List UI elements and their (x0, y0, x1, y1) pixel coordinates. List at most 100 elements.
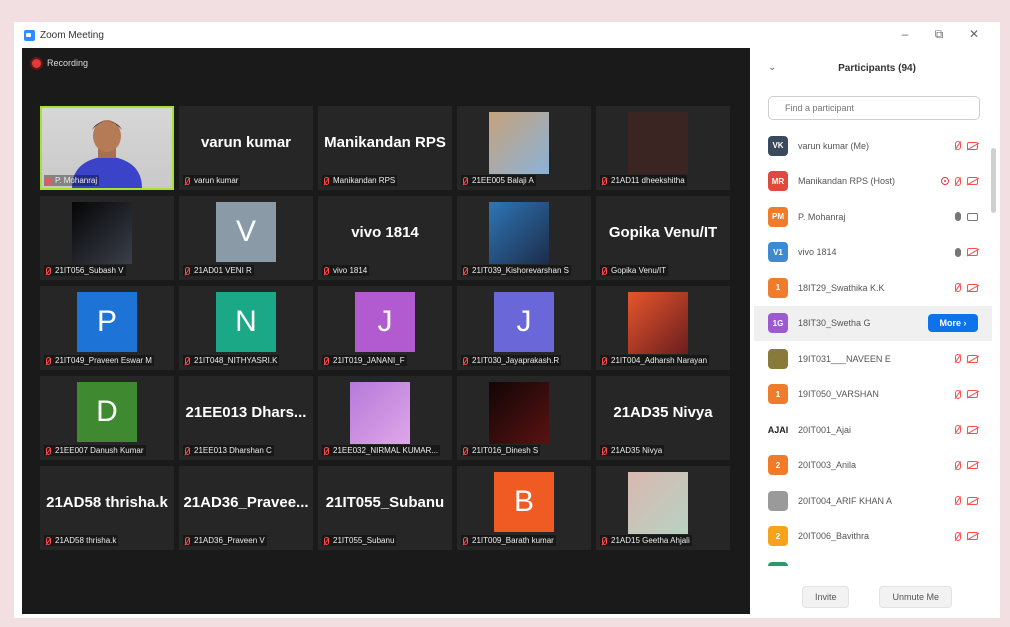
more-button[interactable]: More › (928, 314, 978, 332)
participant-row[interactable]: 19IT031___NAVEEN E (754, 341, 992, 376)
mic-icon (955, 247, 961, 257)
video-tile[interactable]: N 21IT048_NITHYASRI.K (179, 286, 313, 370)
tile-name-label: 21AD36_Praveen V (183, 535, 267, 546)
video-tile[interactable]: 21EE032_NIRMAL KUMAR... (318, 376, 452, 460)
tile-name-label: 21IT030_Jayaprakash.R (461, 355, 562, 366)
find-participant-input[interactable] (768, 96, 980, 120)
participant-row[interactable] (754, 554, 992, 566)
video-tile[interactable]: 21AD58 thrisha.k 21AD58 thrisha.k (40, 466, 174, 550)
participant-row[interactable]: MR Manikandan RPS (Host) (754, 164, 992, 199)
video-tile[interactable]: 21AD35 Nivya 21AD35 Nivya (596, 376, 730, 460)
participant-grid: P. Mohanraj varun kumar varun kumar Manikan… (40, 106, 730, 550)
mic-muted-icon (955, 425, 961, 434)
participant-name: 20IT001_Ajai (798, 424, 852, 435)
video-tile[interactable]: 21AD15 Geetha Ahjali (596, 466, 730, 550)
mic-muted-icon (324, 536, 329, 545)
mic-muted-icon (955, 389, 961, 399)
video-tile[interactable]: 21IT016_Dinesh S (457, 376, 591, 460)
participant-status-icons (955, 531, 978, 541)
video-tile[interactable]: 21EE013 Dhars... 21EE013 Dharshan C (179, 376, 313, 460)
participant-display-name: varun kumar (200, 134, 292, 151)
video-tile[interactable]: P. Mohanraj (40, 106, 174, 190)
tile-name-label: 21EE005 Balaji A (461, 175, 536, 186)
mic-muted-icon (602, 446, 607, 455)
mic-muted-icon (955, 283, 961, 292)
participant-row[interactable]: 2 20IT003_Anila (754, 448, 992, 483)
participant-avatar: 1 (768, 277, 788, 298)
video-tile[interactable]: 21IT056_Subash V (40, 196, 174, 280)
participant-avatar: P (77, 292, 137, 352)
tile-name-label: 21IT048_NITHYASRI.K (183, 355, 280, 366)
participant-status-icons (955, 283, 978, 292)
participant-avatar: PM (768, 206, 788, 227)
mic-muted-icon (46, 356, 51, 365)
tile-name-label: 21AD01 VENI R (183, 265, 254, 276)
participant-display-name: 21EE013 Dhars... (185, 404, 307, 421)
video-tile[interactable]: J 21IT030_Jayaprakash.R (457, 286, 591, 370)
participant-avatar: 2 (768, 455, 788, 475)
participant-name: 18IT29_Swathika K.K (798, 282, 885, 293)
mic-muted-icon (602, 536, 607, 545)
mic-muted-icon (602, 356, 607, 365)
participant-display-name: 21AD36_Pravee... (183, 494, 309, 511)
mic-muted-icon (185, 266, 190, 275)
participant-display-name: Gopika Venu/IT (608, 224, 718, 241)
video-tile[interactable]: 21EE005 Balaji A (457, 106, 591, 190)
participant-row[interactable]: 1 19IT050_VARSHAN (754, 377, 992, 412)
tile-name-label: 21AD58 thrisha.k (44, 535, 119, 546)
tile-name-label: 21EE007 Danush Kumar (44, 445, 146, 456)
mic-muted-icon (185, 536, 190, 545)
mic-muted-icon (324, 266, 329, 275)
participant-status-icons (941, 176, 978, 186)
video-tile[interactable]: 21IT004_Adharsh Narayan (596, 286, 730, 370)
video-tile[interactable]: varun kumar varun kumar (179, 106, 313, 190)
video-tile[interactable]: D 21EE007 Danush Kumar (40, 376, 174, 460)
video-tile[interactable]: P 21IT049_Praveen Eswar M (40, 286, 174, 370)
participant-avatar: N (216, 292, 276, 352)
participant-list: VK varun kumar (Me) MR Manikandan RPS (Host… (754, 128, 992, 566)
participant-name: 18IT30_Swetha G (798, 318, 871, 328)
participant-row[interactable]: 1G 18IT30_Swetha G More › (754, 305, 992, 341)
tile-name-label: 21IT056_Subash V (44, 265, 126, 276)
participant-row[interactable]: V1 vivo 1814 (754, 235, 992, 270)
profile-picture (489, 112, 549, 174)
video-tile[interactable]: vivo 1814 vivo 1814 (318, 196, 452, 280)
mic-muted-icon (955, 460, 961, 470)
maximize-button[interactable]: ⧉ (931, 27, 947, 42)
minimize-button[interactable]: – (897, 27, 913, 41)
video-tile[interactable]: 21IT039_Kishorevarshan S (457, 196, 591, 280)
participant-name: 19IT031___NAVEEN E (798, 353, 891, 364)
recording-icon (941, 177, 949, 185)
mic-muted-icon (955, 176, 961, 186)
participants-title: Participants (94) (838, 63, 916, 74)
tile-name-label: 21EE013 Dharshan C (183, 445, 274, 456)
video-gallery: Recording P. Mohanraj varun kumar varun ku… (22, 48, 750, 614)
mic-muted-icon (463, 176, 468, 185)
close-button[interactable]: ✕ (966, 27, 982, 41)
video-tile[interactable]: 21IT055_Subanu 21IT055_Subanu (318, 466, 452, 550)
video-tile[interactable]: 21AD11 dheekshitha (596, 106, 730, 190)
participant-row[interactable]: PM P. Mohanraj (754, 199, 992, 234)
tile-name-label: 21IT019_JANANI_F (322, 355, 407, 366)
invite-button[interactable]: Invite (801, 586, 850, 608)
video-off-icon (967, 354, 978, 363)
profile-picture (628, 472, 688, 534)
video-off-icon (967, 461, 978, 469)
tile-name-label: 21IT039_Kishorevarshan S (461, 265, 571, 276)
video-tile[interactable]: 21AD36_Pravee... 21AD36_Praveen V (179, 466, 313, 550)
video-tile[interactable]: Manikandan RPS Manikandan RPS (318, 106, 452, 190)
participant-row[interactable]: 1 18IT29_Swathika K.K (754, 270, 992, 305)
video-tile[interactable]: Gopika Venu/IT Gopika Venu/IT (596, 196, 730, 280)
participant-status-icons (955, 460, 978, 470)
participant-row[interactable]: 2 20IT006_Bavithra (754, 519, 992, 554)
unmute-me-button[interactable]: Unmute Me (879, 586, 953, 608)
video-off-icon (967, 496, 978, 505)
participant-row[interactable]: AJAI 20IT001_Ajai (754, 412, 992, 447)
video-tile[interactable]: B 21IT009_Barath kumar (457, 466, 591, 550)
video-tile[interactable]: V 21AD01 VENI R (179, 196, 313, 280)
participant-name: 20IT006_Bavithra (798, 531, 870, 541)
participant-list-scrollbar[interactable] (991, 148, 996, 213)
participant-row[interactable]: 20IT004_ARIF KHAN A (754, 483, 992, 518)
participant-row[interactable]: VK varun kumar (Me) (754, 128, 992, 163)
video-tile[interactable]: J 21IT019_JANANI_F (318, 286, 452, 370)
